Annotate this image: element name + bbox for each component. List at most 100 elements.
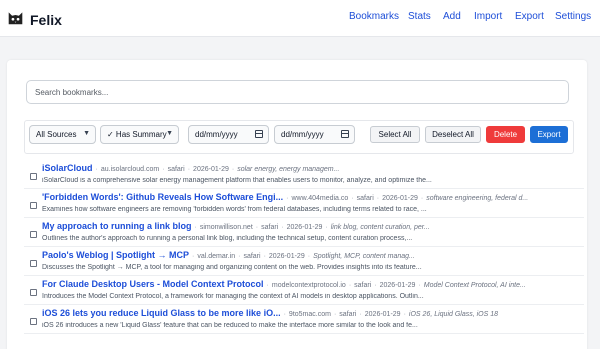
bookmark-tags: Spotlight, MCP, content manag... [313, 253, 415, 260]
search-input[interactable] [26, 80, 569, 104]
separator: · [192, 253, 195, 260]
bookmark-domain: 9to5mac.com [288, 311, 331, 318]
select-all-button[interactable]: Select All [370, 126, 420, 143]
row-checkbox[interactable] [30, 231, 37, 238]
bookmark-row[interactable]: My approach to running a link blog · simon… [24, 219, 584, 247]
bookmark-tags: Model Context Protocol, AI inte... [423, 282, 526, 289]
bookmark-meta: 'Forbidden Words': Github Reveals How So… [42, 192, 582, 202]
bookmark-description: Examines how software engineers are remo… [42, 206, 427, 213]
bookmark-domain: au.isolarcloud.com [100, 166, 160, 173]
bookmark-date: 2026-01-29 [268, 253, 305, 260]
bookmark-description: iOS 26 introduces a new 'Liquid Glass' f… [42, 322, 418, 329]
delete-button[interactable]: Delete [486, 126, 525, 143]
source-select-value: All Sources [36, 130, 77, 139]
separator: · [194, 224, 197, 231]
row-checkbox[interactable] [30, 318, 37, 325]
separator: · [403, 311, 406, 318]
bookmark-row[interactable]: For Claude Desktop Users - Model Context… [24, 277, 584, 305]
date-from-input[interactable]: dd/mm/yyyy [188, 125, 269, 144]
app-name: Felix [30, 12, 62, 28]
separator: · [351, 195, 354, 202]
calendar-icon[interactable] [255, 130, 263, 138]
bookmark-row[interactable]: iOS 26 lets you reduce Liquid Glass to b… [24, 306, 584, 334]
bookmark-date: 2026-01-29 [193, 166, 229, 173]
bookmark-browser: safari [243, 253, 261, 260]
bookmark-tags: iOS 26, Liquid Glass, iOS 18 [408, 311, 499, 318]
bookmark-meta: Paolo's Weblog | Spotlight → MCP · val.dem… [42, 250, 582, 260]
separator: · [307, 253, 311, 260]
bookmark-meta: For Claude Desktop Users - Model Context… [42, 279, 582, 289]
bookmark-browser: safari [354, 282, 372, 289]
bookmark-domain: val.demar.in [197, 253, 236, 260]
separator: · [187, 166, 191, 173]
date-from-placeholder: dd/mm/yyyy [195, 130, 238, 139]
separator: · [286, 195, 289, 202]
bookmark-domain: www.404media.co [291, 195, 349, 202]
bookmark-row[interactable]: 'Forbidden Words': Github Reveals How So… [24, 190, 584, 218]
chevron-down-icon: ▼ [166, 130, 173, 137]
summary-select[interactable]: ✓ Has Summary ▼ [100, 125, 179, 144]
date-to-input[interactable]: dd/mm/yyyy [274, 125, 355, 144]
bookmarks-panel: All Sources ▼ ✓ Has Summary ▼ dd/mm/yyyy… [7, 60, 587, 349]
separator: · [325, 224, 328, 231]
bookmark-meta: iOS 26 lets you reduce Liquid Glass to b… [42, 308, 582, 318]
bookmark-meta: My approach to running a link blog · simon… [42, 221, 582, 231]
nav-settings[interactable]: Settings [555, 11, 591, 22]
row-checkbox[interactable] [30, 260, 37, 267]
separator: · [376, 195, 380, 202]
bookmark-row[interactable]: Paolo's Weblog | Spotlight → MCP · val.dem… [24, 248, 584, 276]
separator: · [420, 195, 424, 202]
brand[interactable]: Felix [7, 9, 62, 31]
nav-import[interactable]: Import [474, 11, 502, 22]
nav-bookmarks[interactable]: Bookmarks [349, 11, 399, 22]
bookmark-title[interactable]: For Claude Desktop Users - Model Context… [42, 279, 264, 289]
separator: · [418, 282, 421, 289]
export-button[interactable]: Export [530, 126, 568, 143]
separator: · [263, 253, 266, 260]
bookmark-description: Outlines the author's approach to runnin… [42, 235, 413, 242]
nav-add[interactable]: Add [443, 11, 461, 22]
separator: · [231, 166, 235, 173]
bookmark-tags: link blog, content curation, per... [330, 224, 430, 231]
separator: · [281, 224, 284, 231]
top-navbar: Felix Bookmarks Stats Add Import Export … [0, 0, 600, 37]
bookmark-date: 2026-01-29 [382, 195, 418, 202]
bookmark-description: Discusses the Spotlight → MCP, a tool fo… [42, 264, 422, 271]
separator: · [255, 224, 259, 231]
bookmark-title[interactable]: My approach to running a link blog [42, 221, 192, 231]
date-to-placeholder: dd/mm/yyyy [281, 130, 324, 139]
bookmark-tags: solar energy, energy managem... [237, 166, 340, 173]
cat-face-icon [7, 9, 24, 31]
bookmark-description: iSolarCloud is a comprehensive solar ene… [42, 177, 432, 184]
chevron-down-icon: ▼ [83, 130, 90, 137]
separator: · [333, 311, 337, 318]
separator: · [266, 282, 269, 289]
row-checkbox[interactable] [30, 173, 37, 180]
calendar-icon[interactable] [341, 130, 349, 138]
bookmark-title[interactable]: iOS 26 lets you reduce Liquid Glass to b… [42, 308, 281, 318]
bookmark-title[interactable]: 'Forbidden Words': Github Reveals How So… [42, 192, 283, 202]
separator: · [348, 282, 352, 289]
bookmark-browser: safari [356, 195, 374, 202]
separator: · [162, 166, 165, 173]
bookmark-domain: simonwillison.net [199, 224, 253, 231]
bookmark-browser: safari [261, 224, 279, 231]
nav-export[interactable]: Export [515, 11, 544, 22]
bookmark-date: 2026-01-29 [379, 282, 416, 289]
separator: · [283, 311, 286, 318]
bookmark-meta: iSolarCloud · au.isolarcloud.com · safari · 20… [42, 163, 582, 173]
source-select[interactable]: All Sources ▼ [29, 125, 96, 144]
separator: · [374, 282, 377, 289]
row-checkbox[interactable] [30, 289, 37, 296]
nav-stats[interactable]: Stats [408, 11, 431, 22]
bookmark-browser: safari [339, 311, 357, 318]
deselect-all-button[interactable]: Deselect All [425, 126, 481, 143]
bookmark-title[interactable]: Paolo's Weblog | Spotlight → MCP [42, 250, 189, 260]
separator: · [95, 166, 98, 173]
separator: · [359, 311, 362, 318]
bookmark-row[interactable]: iSolarCloud · au.isolarcloud.com · safari · 20… [24, 161, 584, 189]
bookmark-tags: software engineering, federal d... [426, 195, 529, 202]
bookmark-date: 2026-01-29 [286, 224, 323, 231]
row-checkbox[interactable] [30, 202, 37, 209]
bookmark-title[interactable]: iSolarCloud [42, 163, 93, 173]
